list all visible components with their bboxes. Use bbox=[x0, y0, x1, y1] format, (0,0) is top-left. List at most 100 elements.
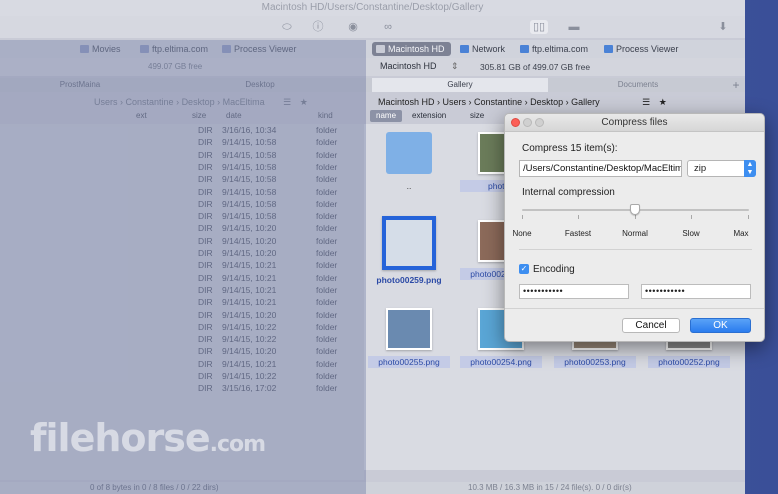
slider-tick bbox=[748, 215, 749, 219]
table-row[interactable]: DIR 9/14/15, 10:21 folder bbox=[0, 297, 364, 309]
row-kind: folder bbox=[316, 211, 338, 222]
table-row[interactable]: DIR 9/14/15, 10:21 folder bbox=[0, 285, 364, 297]
window-title: Macintosh HD/Users/Constantine/Desktop/G… bbox=[0, 0, 745, 16]
table-row[interactable]: DIR 3/15/16, 17:02 folder bbox=[0, 383, 364, 395]
row-kind: folder bbox=[316, 174, 338, 185]
favorite-network[interactable]: Network bbox=[460, 42, 505, 56]
breadcrumb-item[interactable]: Desktop bbox=[530, 97, 563, 107]
toggle-icon[interactable]: ⬭ bbox=[276, 20, 298, 34]
breadcrumb-right: Macintosh HD › Users › Constantine › Des… bbox=[378, 97, 667, 107]
table-row[interactable]: DIR 9/14/15, 10:21 folder bbox=[0, 359, 364, 371]
table-row[interactable]: DIR 9/14/15, 10:21 folder bbox=[0, 260, 364, 272]
table-row[interactable]: DIR 9/14/15, 10:58 folder bbox=[0, 199, 364, 211]
table-row[interactable]: DIR 9/14/15, 10:22 folder bbox=[0, 371, 364, 383]
row-size: DIR bbox=[198, 260, 213, 271]
zoom-icon[interactable] bbox=[535, 118, 544, 127]
slider-knob[interactable] bbox=[630, 204, 640, 215]
tab-gallery[interactable]: Gallery bbox=[372, 78, 548, 92]
table-row[interactable]: DIR 9/14/15, 10:20 folder bbox=[0, 223, 364, 235]
row-kind: folder bbox=[316, 161, 338, 172]
row-size: DIR bbox=[198, 346, 213, 357]
eye-icon[interactable]: ◉ bbox=[344, 20, 362, 34]
row-date: 9/14/15, 10:20 bbox=[222, 235, 277, 246]
favorite-process-viewer-left[interactable]: Process Viewer bbox=[222, 42, 296, 56]
favorite-macintosh-hd[interactable]: Macintosh HD bbox=[372, 42, 451, 56]
table-row[interactable]: DIR 9/14/15, 10:58 folder bbox=[0, 162, 364, 174]
list-icon[interactable]: ☰ bbox=[642, 97, 650, 107]
row-size: DIR bbox=[198, 125, 213, 135]
table-row[interactable]: DIR 3/16/16, 10:34 folder bbox=[0, 125, 364, 137]
breadcrumb-item[interactable]: Macintosh HD bbox=[378, 97, 435, 107]
table-row[interactable]: DIR 9/14/15, 10:22 folder bbox=[0, 322, 364, 334]
window-controls bbox=[511, 118, 547, 130]
col-size[interactable]: size bbox=[192, 110, 206, 122]
encoding-checkbox[interactable]: ✓ bbox=[519, 264, 529, 274]
gallery-item[interactable]: photo00259.png bbox=[368, 216, 450, 296]
level-fastest: Fastest bbox=[564, 229, 592, 238]
download-icon[interactable]: ⬇ bbox=[716, 20, 730, 34]
tab-documents[interactable]: Documents bbox=[550, 78, 726, 92]
breadcrumb-item[interactable]: Constantine bbox=[126, 97, 174, 107]
tab-left-2[interactable]: Desktop bbox=[160, 78, 360, 92]
breadcrumb-item[interactable]: Users bbox=[443, 97, 467, 107]
col-kind[interactable]: kind bbox=[318, 110, 333, 122]
table-row[interactable]: DIR 9/14/15, 10:58 folder bbox=[0, 150, 364, 162]
close-icon[interactable] bbox=[511, 118, 520, 127]
row-size: DIR bbox=[198, 174, 213, 185]
folder-icon[interactable]: ▬ bbox=[566, 20, 582, 34]
breadcrumb-item[interactable]: Users bbox=[94, 97, 118, 107]
col-size-right[interactable]: size bbox=[470, 110, 484, 122]
col-name[interactable]: name bbox=[370, 110, 403, 122]
table-row[interactable]: DIR 9/14/15, 10:20 folder bbox=[0, 346, 364, 358]
table-row[interactable]: DIR 9/14/15, 10:20 folder bbox=[0, 248, 364, 260]
password-confirm-field[interactable]: ••••••••••• bbox=[641, 284, 751, 299]
chevron-updown-icon: ⇕ bbox=[451, 61, 459, 71]
gallery-item-label: .. bbox=[406, 181, 412, 191]
col-extension[interactable]: extension bbox=[412, 110, 446, 122]
table-row[interactable]: DIR 9/14/15, 10:20 folder bbox=[0, 310, 364, 322]
minimize-icon[interactable] bbox=[523, 118, 532, 127]
table-row[interactable]: DIR 9/14/15, 10:20 folder bbox=[0, 236, 364, 248]
list-icon[interactable]: ☰ bbox=[283, 97, 291, 107]
favorite-movies[interactable]: Movies bbox=[80, 42, 121, 56]
col-ext[interactable]: ext bbox=[136, 110, 147, 122]
breadcrumb-item[interactable]: MacEltima bbox=[223, 97, 265, 107]
table-row[interactable]: DIR 9/14/15, 10:21 folder bbox=[0, 273, 364, 285]
row-size: DIR bbox=[198, 334, 213, 345]
row-kind: folder bbox=[316, 248, 338, 258]
tab-left-1[interactable]: ProstMaina bbox=[0, 78, 160, 92]
col-date[interactable]: date bbox=[226, 110, 242, 122]
ok-button[interactable]: OK bbox=[690, 318, 751, 333]
table-row[interactable]: DIR 9/14/15, 10:58 folder bbox=[0, 211, 364, 223]
password-field[interactable]: ••••••••••• bbox=[519, 284, 629, 299]
row-size: DIR bbox=[198, 211, 213, 222]
row-date: 9/14/15, 10:21 bbox=[222, 358, 277, 369]
gallery-item[interactable]: .. bbox=[368, 128, 450, 208]
breadcrumb-item[interactable]: Desktop bbox=[182, 97, 215, 107]
binoculars-icon[interactable]: ∞ bbox=[378, 20, 398, 34]
cancel-button[interactable]: Cancel bbox=[622, 318, 680, 333]
star-icon[interactable]: ★ bbox=[659, 97, 667, 107]
row-size: DIR bbox=[198, 223, 213, 234]
add-tab-icon[interactable]: + bbox=[728, 78, 744, 92]
destination-path-input[interactable]: /Users/Constantine/Desktop/MacEltima bbox=[519, 160, 682, 177]
star-icon[interactable]: ★ bbox=[300, 97, 308, 107]
table-row[interactable]: DIR 9/14/15, 10:22 folder bbox=[0, 334, 364, 346]
info-icon[interactable]: ⓘ bbox=[310, 20, 326, 34]
row-date: 9/14/15, 10:22 bbox=[222, 371, 277, 381]
breadcrumb-left: Users › Constantine › Desktop › MacEltim… bbox=[94, 97, 308, 107]
breadcrumb-item[interactable]: Constantine bbox=[474, 97, 522, 107]
table-row[interactable]: DIR 9/14/15, 10:58 folder bbox=[0, 187, 364, 199]
panels-icon[interactable]: ▯▯ bbox=[530, 20, 548, 34]
breadcrumb-item[interactable]: Gallery bbox=[571, 97, 600, 107]
favorite-ftp-right[interactable]: ftp.eltima.com bbox=[520, 42, 588, 56]
gallery-item-label: photo00254.png bbox=[460, 356, 542, 368]
table-row[interactable]: DIR 9/14/15, 10:58 folder bbox=[0, 137, 364, 149]
format-select[interactable]: zip ▲ ▼ bbox=[687, 160, 756, 177]
favorite-ftp-left[interactable]: ftp.eltima.com bbox=[140, 42, 208, 56]
favorite-process-viewer-right[interactable]: Process Viewer bbox=[604, 42, 678, 56]
row-size: DIR bbox=[198, 235, 213, 246]
gallery-item[interactable]: photo00255.png bbox=[368, 304, 450, 384]
disk-select[interactable]: Macintosh HD ⇕ bbox=[380, 61, 459, 72]
table-row[interactable]: DIR 9/14/15, 10:58 folder bbox=[0, 174, 364, 186]
